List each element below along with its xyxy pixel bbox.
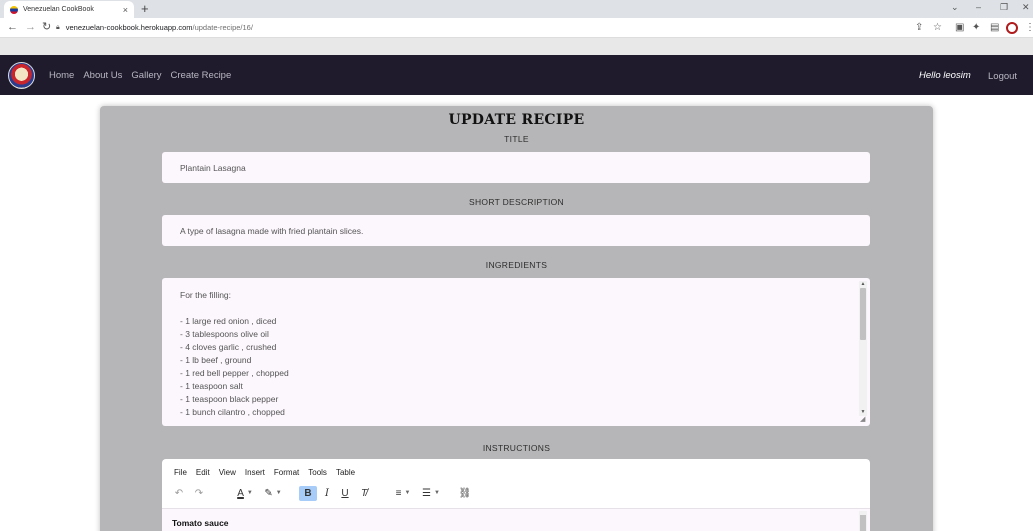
puzzle-icon[interactable]: ✦	[972, 22, 980, 34]
ingredient-line: - 1 red bell pepper , chopped	[180, 368, 289, 378]
ingredient-line: - 1 teaspoon salt	[180, 381, 243, 391]
share-icon[interactable]: ⇪	[915, 22, 923, 34]
bullet-list-icon[interactable]: ☰ ▼	[418, 486, 444, 501]
undo-icon[interactable]: ↶	[172, 486, 186, 501]
site-navbar: Home About Us Gallery Create Recipe Hell…	[0, 55, 1033, 95]
chevron-down-icon[interactable]: ⌄	[951, 2, 959, 13]
bold-icon[interactable]: B	[299, 486, 317, 501]
site-logo[interactable]	[8, 62, 35, 89]
venezuela-flag-icon	[10, 5, 18, 14]
nav-link-about-us[interactable]: About Us	[83, 70, 122, 81]
nav-links: Home About Us Gallery Create Recipe	[49, 55, 231, 95]
browser-tab-title: Venezuelan CookBook	[23, 6, 94, 13]
editor-menu-edit[interactable]: Edit	[196, 468, 210, 477]
browser-tab[interactable]: Venezuelan CookBook ×	[4, 1, 134, 18]
ingredient-line: - 4 cloves garlic , crushed	[180, 342, 277, 352]
editor-toolbar: ↶ ↷ A ▼ ✎ ▼ B I U T̸ ≡ ▼ ☰ ▼ ⛓︎	[172, 486, 862, 502]
ingredient-line	[180, 302, 852, 315]
italic-icon[interactable]: I	[320, 486, 334, 501]
url-path: /update-recipe/16/	[192, 23, 253, 32]
ingredients-textarea[interactable]: For the filling: - 1 large red onion , d…	[162, 278, 870, 426]
numbered-list-icon[interactable]: ≡ ▼	[390, 486, 416, 501]
page-title: UPDATE RECIPE	[448, 112, 585, 128]
short-description-label: SHORT DESCRIPTION	[469, 197, 564, 207]
arrow-right-icon[interactable]: →	[25, 21, 36, 34]
close-window-icon[interactable]: ✕	[1022, 2, 1030, 13]
highlight-color-icon[interactable]: ✎ ▼	[260, 486, 286, 501]
editor-menu-tools[interactable]: Tools	[308, 468, 327, 477]
title-label: TITLE	[504, 134, 529, 144]
short-description-input[interactable]: A type of lasagna made with fried planta…	[162, 215, 870, 246]
reload-icon[interactable]: ↻	[42, 21, 51, 34]
scroll-up-arrow-icon[interactable]: ▲	[859, 281, 867, 287]
arrow-left-icon[interactable]: ←	[7, 21, 18, 34]
restore-icon[interactable]: ❐	[1000, 2, 1008, 13]
ingredients-scrollbar[interactable]: ▲ ▼	[859, 281, 867, 416]
underline-icon[interactable]: U	[338, 486, 352, 501]
title-input[interactable]: Plantain Lasagna	[162, 152, 870, 183]
editor-menu-file[interactable]: File	[174, 468, 187, 477]
redo-icon[interactable]: ↷	[192, 486, 206, 501]
editor-scrollbar[interactable]	[859, 511, 867, 531]
instructions-editor: File Edit View Insert Format Tools Table…	[162, 459, 870, 531]
kebab-menu-icon[interactable]: ⋮	[1025, 22, 1033, 34]
ingredients-label: INGREDIENTS	[485, 260, 548, 270]
text-color-icon[interactable]: A ▼	[232, 486, 258, 501]
close-tab-icon[interactable]: ×	[123, 5, 128, 15]
instructions-label: INSTRUCTIONS	[482, 443, 551, 453]
editor-menu-view[interactable]: View	[219, 468, 236, 477]
editor-menubar: File Edit View Insert Format Tools Table	[174, 468, 355, 477]
scroll-down-arrow-icon[interactable]: ▼	[859, 409, 867, 415]
editor-content-text: Tomato sauce	[172, 518, 229, 528]
ingredient-line: - 1 bunch cilantro , chopped	[180, 407, 285, 417]
address-bar-row: ← → ↻ 🔒︎ venezuelan-cookbook.herokuapp.c…	[0, 18, 1033, 38]
new-tab-button[interactable]: +	[141, 1, 149, 17]
minimize-icon[interactable]: –	[976, 2, 981, 12]
nav-link-gallery[interactable]: Gallery	[131, 70, 161, 81]
nav-link-home[interactable]: Home	[49, 70, 74, 81]
scrollbar-thumb[interactable]	[860, 515, 866, 531]
editor-menu-insert[interactable]: Insert	[245, 468, 265, 477]
link-icon[interactable]: ⛓︎	[458, 486, 472, 501]
nav-link-create-recipe[interactable]: Create Recipe	[171, 70, 232, 81]
profile-avatar-icon[interactable]	[1006, 22, 1018, 34]
ingredient-line: - 1 lb beef , ground	[180, 355, 252, 365]
browser-tab-strip: Venezuelan CookBook × + ⌄ – ❐ ✕	[0, 0, 1033, 18]
sidebar-icon[interactable]: ▤	[990, 22, 999, 34]
ingredient-line: - 1 large red onion , diced	[180, 316, 277, 326]
editor-menu-format[interactable]: Format	[274, 468, 299, 477]
clear-formatting-icon[interactable]: T̸	[357, 486, 371, 501]
star-icon[interactable]: ☆	[933, 22, 942, 34]
editor-content-area[interactable]: Tomato sauce	[162, 508, 870, 531]
logout-link[interactable]: Logout	[988, 71, 1017, 82]
user-greeting: Hello leosim	[919, 70, 971, 81]
screenshot-extension-icon[interactable]: ▣	[955, 22, 964, 34]
ingredient-line: - 1 teaspoon black pepper	[180, 394, 279, 404]
ingredient-line: For the filling:	[180, 290, 232, 300]
resize-handle-icon[interactable]: ◢	[860, 416, 868, 424]
lock-icon[interactable]: 🔒︎	[56, 20, 60, 36]
bookmarks-strip	[0, 38, 1033, 55]
editor-menu-table[interactable]: Table	[336, 468, 355, 477]
url-field[interactable]: 🔒︎ venezuelan-cookbook.herokuapp.com/upd…	[56, 20, 906, 36]
ingredient-line: - 3 tablespoons olive oil	[180, 329, 269, 339]
scrollbar-thumb[interactable]	[860, 288, 866, 340]
url-host: venezuelan-cookbook.herokuapp.com	[65, 23, 193, 32]
